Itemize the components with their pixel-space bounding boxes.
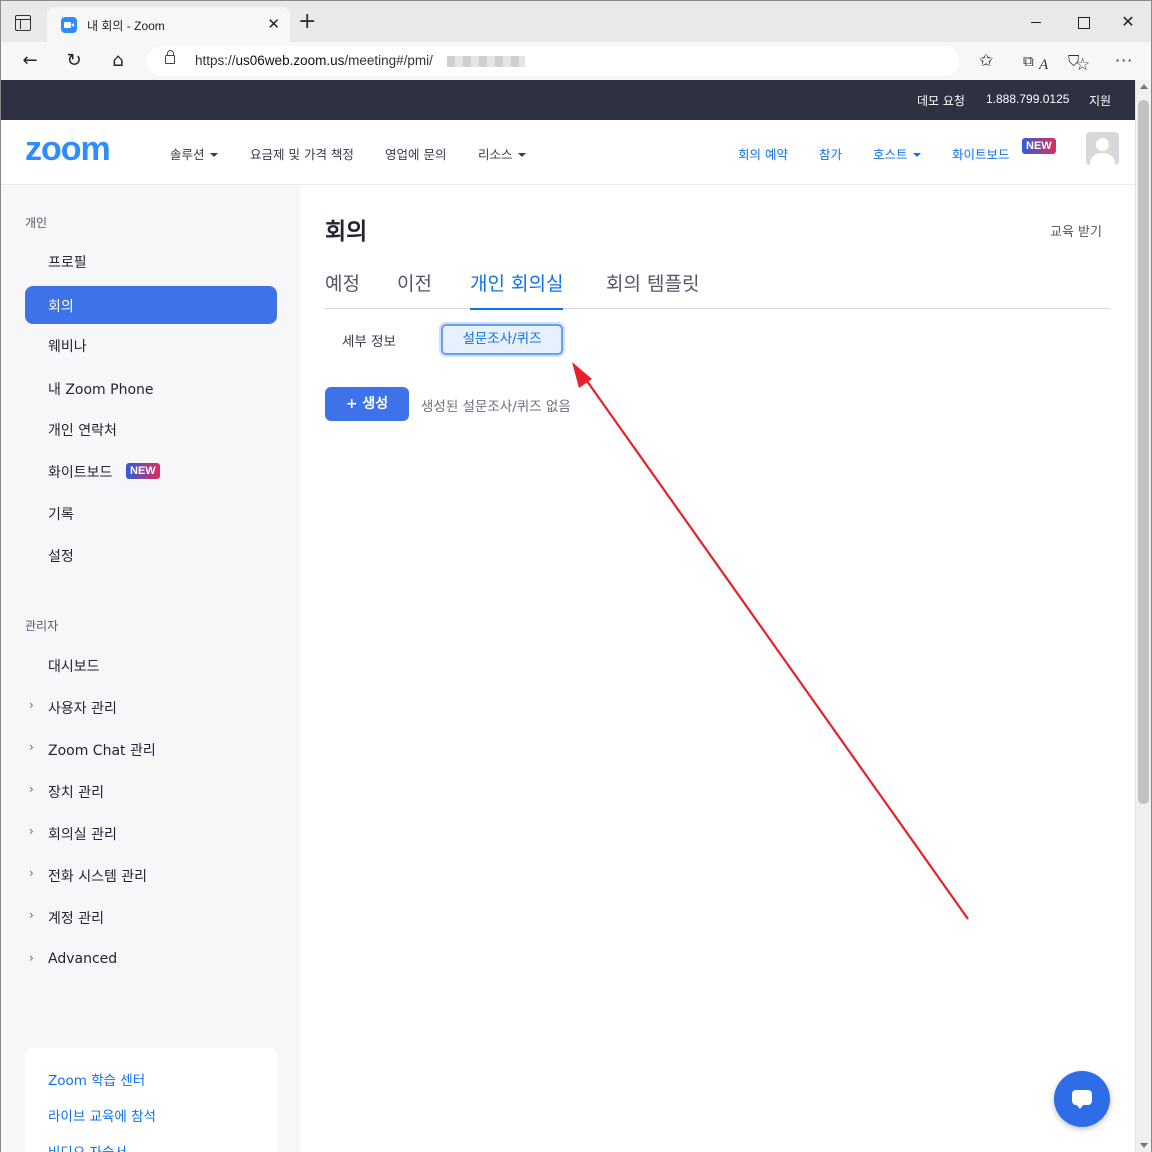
- utility-strip: 데모 요청 1.888.799.0125 지원: [1, 80, 1135, 120]
- tab-meeting-templates[interactable]: 회의 템플릿: [606, 269, 699, 308]
- new-badge: NEW: [1022, 138, 1056, 154]
- url-input[interactable]: https://us06web.zoom.us/meeting#/pmi/ A …: [147, 46, 1090, 76]
- nav-pricing[interactable]: 요금제 및 가격 책정: [250, 144, 354, 163]
- maximize-icon[interactable]: [1068, 11, 1098, 33]
- annotation-arrow-head: [572, 362, 592, 388]
- tab-title: 내 회의 - Zoom: [87, 19, 165, 33]
- sidebar-item-account-management[interactable]: › 계정 관리: [25, 898, 277, 936]
- sidebar-item-recordings[interactable]: 기록: [25, 494, 277, 532]
- minimize-icon[interactable]: [1021, 11, 1051, 33]
- empty-state-message: 생성된 설문조사/퀴즈 없음: [421, 399, 571, 415]
- tab-upcoming[interactable]: 예정: [325, 269, 360, 308]
- sidebar-section-personal: 개인: [25, 216, 48, 230]
- get-training-link[interactable]: 교육 받기: [1050, 221, 1102, 240]
- zoom-favicon-icon: [61, 17, 77, 33]
- chat-button[interactable]: [1054, 1071, 1110, 1127]
- annotation-arrow-line: [581, 373, 969, 920]
- sidebar-item-zoom-phone[interactable]: 내 Zoom Phone: [25, 369, 277, 407]
- live-training-link[interactable]: 라이브 교육에 참석: [48, 1105, 156, 1125]
- sidebar-item-dashboard[interactable]: 대시보드: [25, 646, 277, 684]
- nav-join-meeting[interactable]: 참가: [819, 144, 842, 163]
- sidebar-item-phone-system[interactable]: › 전화 시스템 관리: [25, 856, 277, 894]
- scroll-up-icon[interactable]: [1140, 84, 1148, 89]
- main-nav: zoom 솔루션 요금제 및 가격 책정 영업에 문의 리소스 회의 예약 참가…: [1, 120, 1135, 185]
- page-title: 회의: [325, 219, 368, 245]
- meeting-tabs: 예정 이전 개인 회의실 회의 템플릿: [325, 266, 1110, 310]
- learning-center-link[interactable]: Zoom 학습 센터: [48, 1069, 145, 1089]
- tab-close-icon[interactable]: ✕: [267, 15, 280, 33]
- chevron-right-icon: ›: [29, 951, 34, 965]
- tab-previous[interactable]: 이전: [397, 269, 432, 308]
- chevron-right-icon: ›: [29, 740, 34, 754]
- subtab-polls-quizzes[interactable]: 설문조사/퀴즈: [441, 324, 563, 355]
- browser-tab-bar: 내 회의 - Zoom ✕ + ✕: [0, 0, 1152, 43]
- window-frame-left: [0, 42, 1, 1152]
- sidebar-item-room-management[interactable]: › 회의실 관리: [25, 814, 277, 852]
- favorites-icon[interactable]: ✩: [979, 51, 993, 71]
- home-icon[interactable]: ⌂: [106, 49, 130, 73]
- subtab-details[interactable]: 세부 정보: [342, 330, 396, 350]
- sidebar-item-user-management[interactable]: › 사용자 관리: [25, 688, 277, 726]
- support-link[interactable]: 지원: [1089, 92, 1111, 109]
- learning-links-card: Zoom 학습 센터 라이브 교육에 참석 비디오 자습서: [25, 1048, 277, 1152]
- sidebar-item-whiteboard[interactable]: 화이트보드 NEW: [25, 452, 277, 490]
- sidebar: 개인 프로필 회의 웨비나 내 Zoom Phone 개인 연락처 화이트보드 N…: [1, 185, 300, 1152]
- scroll-thumb[interactable]: [1138, 100, 1149, 804]
- nav-resources[interactable]: 리소스: [478, 144, 526, 163]
- browser-tab[interactable]: 내 회의 - Zoom ✕: [47, 7, 290, 43]
- nav-solutions[interactable]: 솔루션: [170, 144, 218, 163]
- chevron-right-icon: ›: [29, 698, 34, 712]
- sidebar-item-profile[interactable]: 프로필: [25, 242, 277, 280]
- url-redacted-block: [447, 56, 525, 67]
- sidebar-item-chat-management[interactable]: › Zoom Chat 관리: [25, 730, 277, 768]
- chevron-right-icon: ›: [29, 866, 34, 880]
- sidebar-item-contacts[interactable]: 개인 연락처: [25, 410, 277, 448]
- new-tab-icon[interactable]: +: [298, 11, 316, 33]
- sidebar-item-settings[interactable]: 설정: [25, 536, 277, 574]
- address-bar-row: ← ↻ ⌂ https://us06web.zoom.us/meeting#/p…: [0, 42, 1152, 80]
- chevron-right-icon: ›: [29, 908, 34, 922]
- sidebar-item-advanced[interactable]: › Advanced: [25, 941, 277, 979]
- phone-number[interactable]: 1.888.799.0125: [986, 92, 1069, 106]
- request-demo-link[interactable]: 데모 요청: [917, 92, 965, 109]
- avatar[interactable]: [1086, 132, 1119, 165]
- sidebar-item-webinars[interactable]: 웨비나: [25, 326, 277, 364]
- sidebar-item-meetings[interactable]: 회의: [25, 286, 277, 324]
- nav-whiteboard[interactable]: 화이트보드: [952, 144, 1010, 163]
- url-text: https://us06web.zoom.us/meeting#/pmi/: [195, 53, 433, 68]
- sidebar-item-device-management[interactable]: › 장치 관리: [25, 772, 277, 810]
- more-icon[interactable]: ···: [1115, 51, 1133, 71]
- window-close-icon[interactable]: ✕: [1113, 11, 1143, 33]
- back-icon[interactable]: ←: [18, 49, 42, 73]
- scroll-down-icon[interactable]: [1140, 1143, 1148, 1148]
- lock-icon[interactable]: [165, 50, 175, 64]
- chat-bubble-icon: [1072, 1090, 1092, 1109]
- create-poll-button[interactable]: + 생성: [325, 387, 409, 421]
- tab-actions-icon[interactable]: [15, 15, 31, 31]
- chevron-right-icon: ›: [29, 782, 34, 796]
- nav-contact-sales[interactable]: 영업에 문의: [385, 144, 446, 163]
- chevron-right-icon: ›: [29, 824, 34, 838]
- collections-icon[interactable]: ⧉: [1023, 51, 1034, 71]
- read-aloud-icon[interactable]: A: [1039, 55, 1048, 75]
- new-badge: NEW: [126, 463, 160, 479]
- video-tutorials-link[interactable]: 비디오 자습서: [48, 1141, 127, 1152]
- reload-icon[interactable]: ↻: [62, 49, 86, 73]
- zoom-logo[interactable]: zoom: [25, 130, 111, 169]
- tab-personal-room[interactable]: 개인 회의실: [470, 269, 564, 310]
- nav-host-meeting[interactable]: 호스트: [873, 144, 921, 163]
- nav-schedule-meeting[interactable]: 회의 예약: [738, 144, 788, 163]
- page-scrollbar[interactable]: [1135, 80, 1151, 1152]
- sidebar-section-admin: 관리자: [25, 619, 59, 633]
- extension-shield-icon[interactable]: ⛉: [1068, 51, 1079, 71]
